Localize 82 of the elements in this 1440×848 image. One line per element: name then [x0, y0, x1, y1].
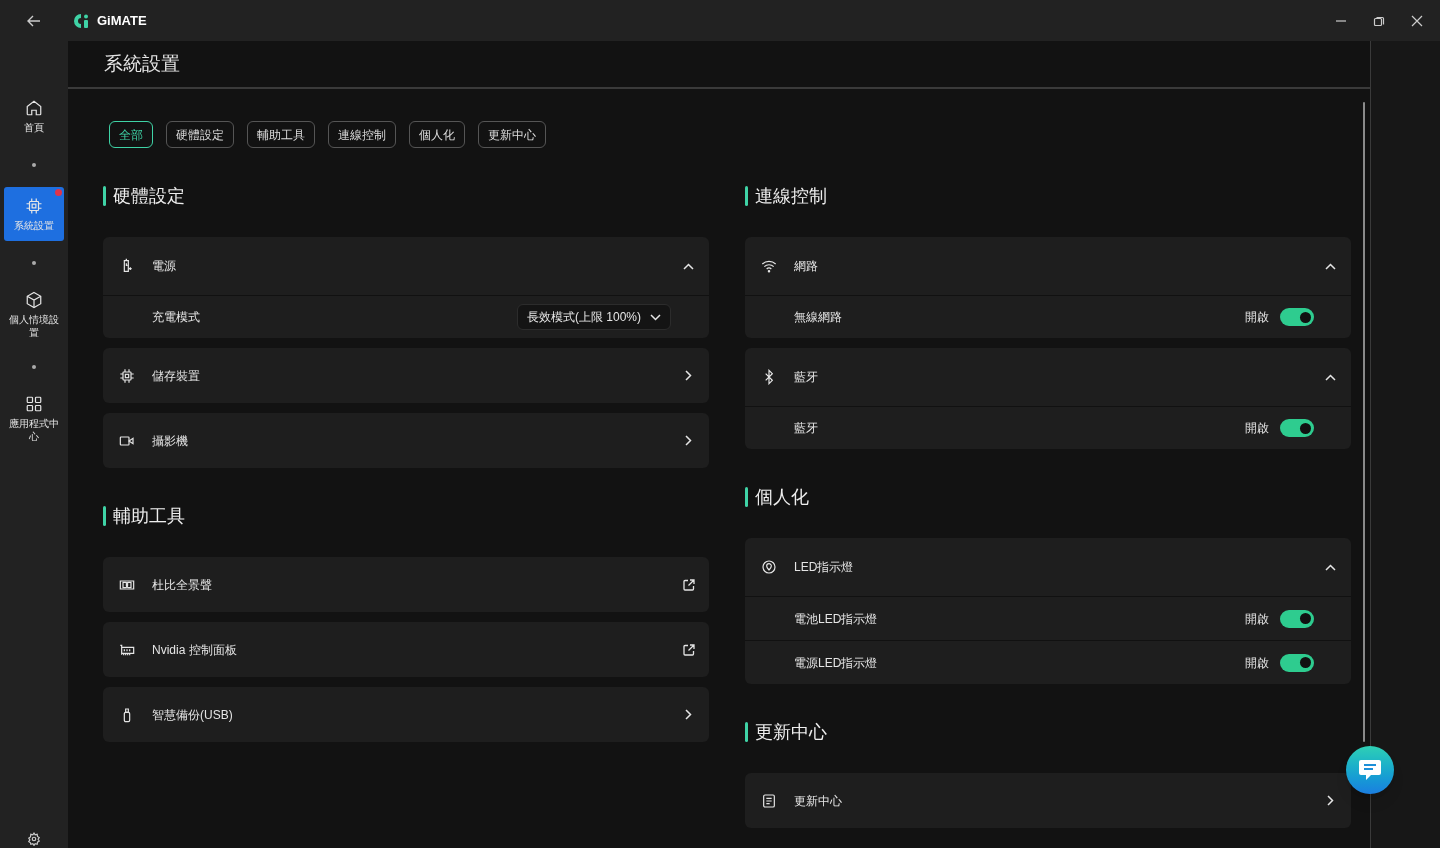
section-title: 輔助工具 — [113, 504, 185, 528]
filter-tab[interactable]: 連線控制 — [328, 121, 396, 148]
setting-label: 電源LED指示燈 — [794, 654, 878, 672]
card-label: Nvidia 控制面板 — [152, 641, 237, 659]
card-header[interactable]: LED指示燈 — [745, 538, 1351, 596]
filter-tab[interactable]: 輔助工具 — [247, 121, 315, 148]
card-header[interactable]: Nvidia 控制面板 — [103, 622, 709, 677]
toggle-state: 開啟 — [1245, 654, 1269, 672]
back-arrow-icon[interactable] — [27, 14, 41, 27]
section-accent — [103, 186, 106, 206]
card-label: 更新中心 — [794, 792, 842, 810]
chevron-right-icon — [685, 435, 692, 446]
restore-icon[interactable] — [1372, 14, 1386, 27]
card-header[interactable]: 更新中心 — [745, 773, 1351, 828]
chip-icon — [25, 196, 43, 215]
card-label: 儲存裝置 — [152, 367, 200, 385]
setting-label: 充電模式 — [152, 309, 200, 326]
sidebar-item[interactable]: 應用程式中心 — [4, 389, 64, 449]
toggle-switch[interactable] — [1280, 419, 1314, 437]
toggle-switch[interactable] — [1280, 609, 1314, 628]
card-label: 電源 — [152, 258, 176, 275]
card-header[interactable]: 攝影機 — [103, 413, 709, 468]
external-link-icon — [683, 578, 695, 591]
card-label: 藍牙 — [794, 369, 818, 386]
section-accent — [103, 506, 106, 526]
card-header[interactable]: 杜比全景聲 — [103, 557, 709, 612]
chevron-up-icon[interactable] — [1325, 373, 1336, 381]
card-header[interactable]: 網路 — [745, 237, 1351, 295]
chevron-right-icon — [685, 370, 692, 381]
section-title: 更新中心 — [755, 720, 827, 744]
card-label: 網路 — [794, 258, 818, 275]
chevron-up-icon[interactable] — [683, 262, 694, 270]
section-accent — [745, 722, 748, 742]
chevron-down-icon — [650, 313, 661, 321]
card-header[interactable]: 藍牙 — [745, 348, 1351, 406]
toggle-state: 開啟 — [1245, 309, 1269, 326]
section-title: 連線控制 — [755, 184, 827, 208]
grid-icon — [25, 395, 43, 413]
chip-icon — [119, 367, 135, 384]
logo-icon — [74, 12, 90, 29]
card-header[interactable]: 智慧備份(USB) — [103, 687, 709, 742]
card-label: 杜比全景聲 — [152, 576, 212, 594]
toggle-switch[interactable] — [1280, 653, 1314, 672]
setting-label: 電池LED指示燈 — [794, 610, 878, 628]
close-icon[interactable] — [1410, 14, 1424, 27]
filter-tab[interactable]: 硬體設定 — [166, 121, 234, 148]
chevron-right-icon — [1327, 795, 1334, 806]
card-label: LED指示燈 — [794, 559, 854, 576]
chevron-up-icon[interactable] — [1325, 262, 1336, 270]
sidebar-item[interactable]: 首頁 — [4, 89, 64, 143]
dropdown[interactable]: 長效模式(上限 100%) — [516, 304, 671, 330]
chat-icon — [1358, 759, 1382, 781]
setting-label: 無線網路 — [794, 309, 842, 326]
external-link-icon — [683, 643, 695, 656]
sidebar-item[interactable]: 個人情境設置 — [4, 285, 64, 345]
card-header[interactable]: 電源 — [103, 237, 709, 295]
section-title: 個人化 — [755, 485, 809, 509]
cube-icon — [25, 291, 43, 309]
chevron-right-icon — [685, 709, 692, 720]
setting-label: 藍牙 — [794, 420, 818, 437]
home-icon — [25, 98, 43, 117]
wifi-icon — [761, 258, 777, 274]
filter-tab[interactable]: 全部 — [109, 121, 153, 148]
card-header[interactable]: 儲存裝置 — [103, 348, 709, 403]
filter-tab[interactable]: 更新中心 — [478, 121, 546, 148]
card-label: 智慧備份(USB) — [152, 706, 233, 724]
chevron-up-icon[interactable] — [1325, 563, 1336, 571]
sidebar-item[interactable]: 系統設置 — [4, 187, 64, 241]
section-accent — [745, 186, 748, 206]
page-title: 系統設置 — [104, 51, 180, 76]
section-accent — [745, 487, 748, 507]
card-label: 攝影機 — [152, 432, 188, 450]
filter-tab[interactable]: 個人化 — [409, 121, 465, 148]
section-title: 硬體設定 — [113, 184, 185, 208]
toggle-state: 開啟 — [1245, 610, 1269, 628]
location-pin-icon — [761, 559, 777, 575]
toggle-state: 開啟 — [1245, 420, 1269, 437]
app-name: GiMATE — [97, 11, 147, 30]
document-icon — [761, 792, 777, 809]
settings-icon[interactable] — [27, 832, 41, 846]
scrollbar[interactable] — [1363, 102, 1365, 742]
toggle-switch[interactable] — [1280, 308, 1314, 326]
